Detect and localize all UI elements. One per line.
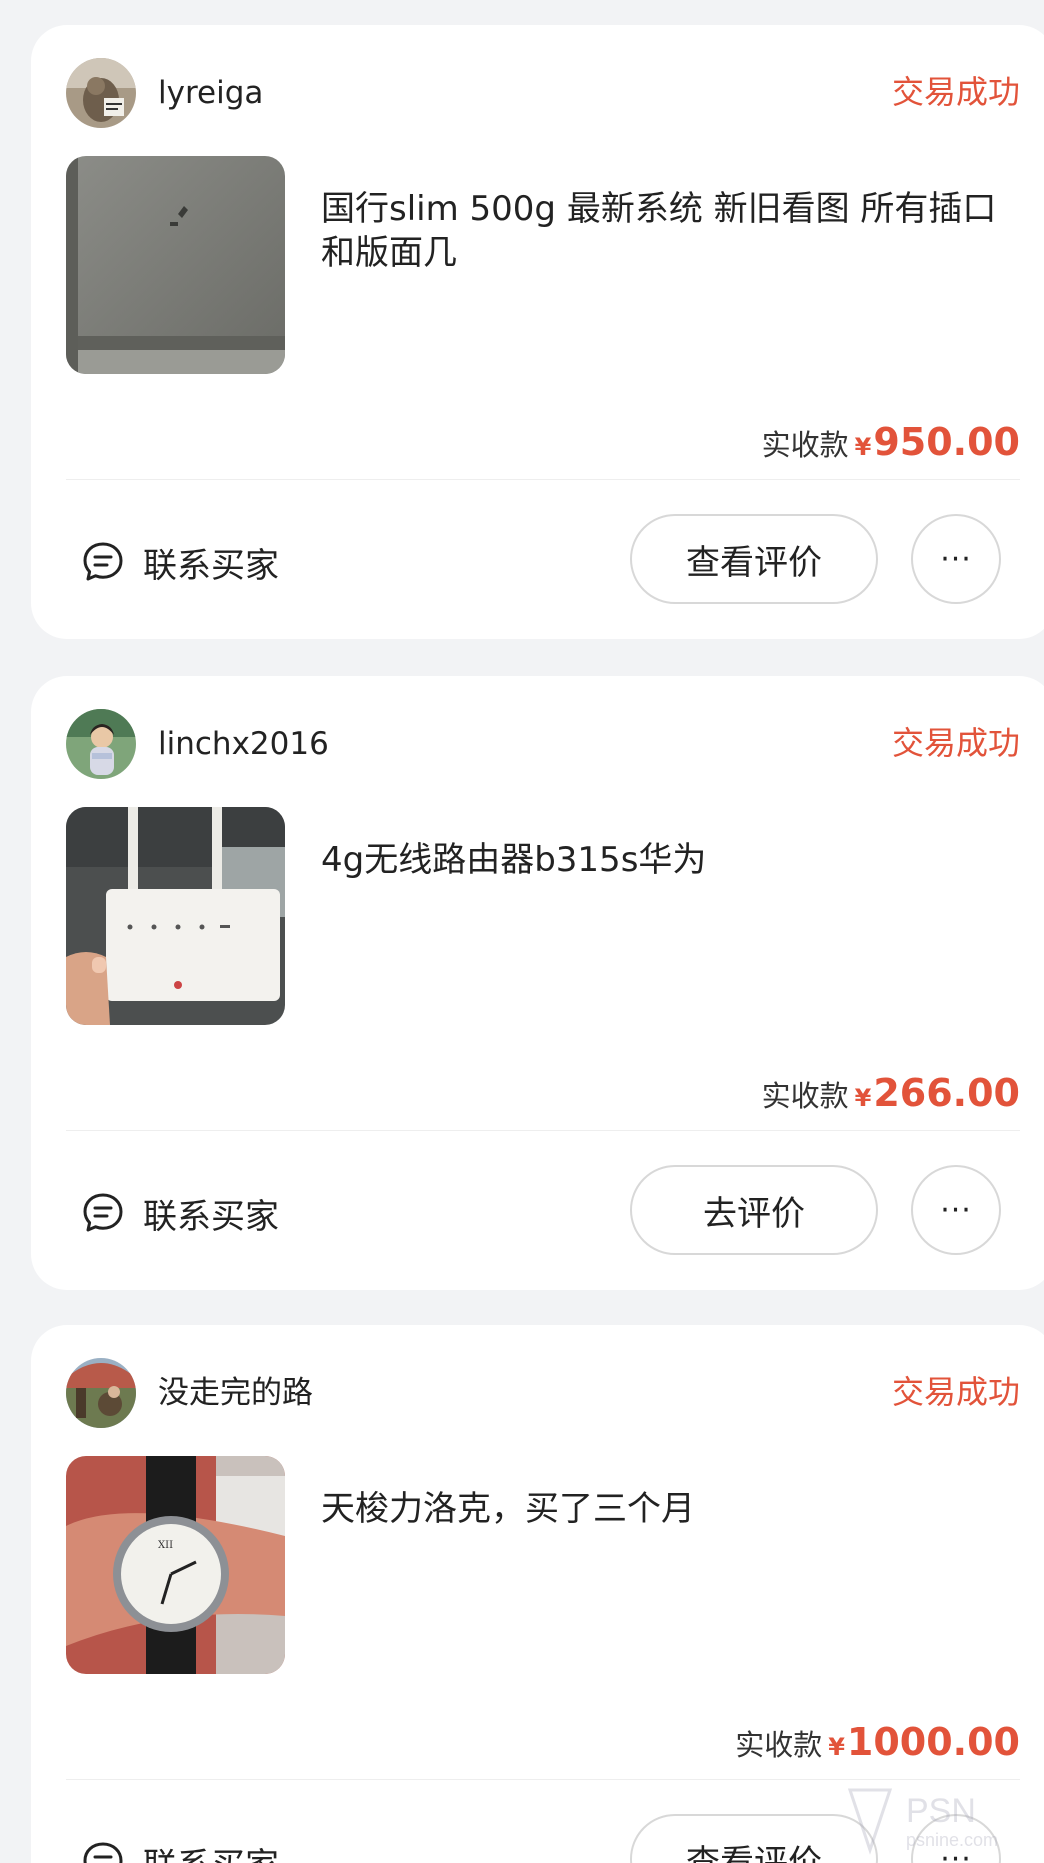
- chat-bubble-icon: [83, 542, 123, 581]
- write-review-button[interactable]: 去评价: [630, 1165, 878, 1255]
- watermark-subtext: psnine.com: [906, 1830, 998, 1850]
- contact-buyer-button[interactable]: 联系买家: [81, 1838, 279, 1863]
- buyer-avatar[interactable]: [66, 58, 136, 128]
- price-amount: 1000.00: [846, 1720, 1020, 1764]
- currency-symbol: ¥: [854, 433, 872, 461]
- order-status: 交易成功: [891, 724, 1020, 762]
- price-label: 实收款: [761, 1079, 849, 1113]
- price-label: 实收款: [761, 428, 849, 462]
- buyer-username[interactable]: linchx2016: [158, 726, 329, 762]
- buyer-avatar[interactable]: [66, 709, 136, 779]
- view-review-button[interactable]: 查看评价: [630, 514, 878, 604]
- order-card-header: linchx2016 交易成功: [66, 709, 1020, 779]
- more-options-button[interactable]: ···: [911, 1165, 1001, 1255]
- order-card: lyreiga 交易成功 国行slim 500g 最新系统 新旧看图 所有插口和…: [31, 25, 1044, 639]
- currency-symbol: ¥: [854, 1084, 872, 1112]
- psnine-watermark: PSN psnine.com: [840, 1770, 1040, 1860]
- divider: [66, 479, 1020, 480]
- order-card: linchx2016 交易成功 4g无线路由器b315s华为 实收款 ¥ 266…: [31, 676, 1044, 1290]
- contact-buyer-label: 联系买家: [143, 545, 279, 586]
- contact-buyer-label: 联系买家: [143, 1196, 279, 1237]
- price-label: 实收款: [735, 1728, 823, 1762]
- order-status: 交易成功: [891, 1373, 1020, 1411]
- more-options-button[interactable]: ···: [911, 514, 1001, 604]
- price-amount: 266.00: [873, 1071, 1020, 1115]
- contact-buyer-label: 联系买家: [143, 1838, 279, 1863]
- order-card-header: 没走完的路 交易成功: [66, 1358, 1020, 1428]
- product-thumbnail[interactable]: XII: [66, 1456, 285, 1674]
- order-list-page: lyreiga 交易成功 国行slim 500g 最新系统 新旧看图 所有插口和…: [0, 0, 1044, 1863]
- price-row: 实收款 ¥ 950.00: [762, 420, 1020, 464]
- order-card-header: lyreiga 交易成功: [66, 58, 1020, 128]
- buyer-avatar[interactable]: [66, 1358, 136, 1428]
- product-title[interactable]: 4g无线路由器b315s华为: [321, 838, 1021, 882]
- product-thumbnail[interactable]: [66, 807, 285, 1025]
- contact-buyer-button[interactable]: 联系买家: [81, 538, 279, 586]
- price-row: 实收款 ¥ 1000.00: [735, 1720, 1020, 1764]
- chat-bubble-icon: [83, 1193, 123, 1232]
- currency-symbol: ¥: [828, 1733, 845, 1761]
- product-title[interactable]: 天梭力洛克，买了三个月: [321, 1487, 1021, 1531]
- price-amount: 950.00: [873, 420, 1020, 464]
- product-thumbnail[interactable]: [66, 156, 285, 374]
- price-row: 实收款 ¥ 266.00: [762, 1071, 1020, 1115]
- svg-text:XII: XII: [158, 1540, 173, 1551]
- chat-bubble-icon: [83, 1842, 123, 1863]
- buyer-username[interactable]: lyreiga: [158, 75, 263, 111]
- product-title[interactable]: 国行slim 500g 最新系统 新旧看图 所有插口和版面几: [321, 187, 1021, 275]
- contact-buyer-button[interactable]: 联系买家: [81, 1189, 279, 1237]
- order-status: 交易成功: [891, 73, 1020, 111]
- divider: [66, 1130, 1020, 1131]
- buyer-username[interactable]: 没走完的路: [158, 1375, 313, 1411]
- watermark-text: PSN: [906, 1792, 976, 1830]
